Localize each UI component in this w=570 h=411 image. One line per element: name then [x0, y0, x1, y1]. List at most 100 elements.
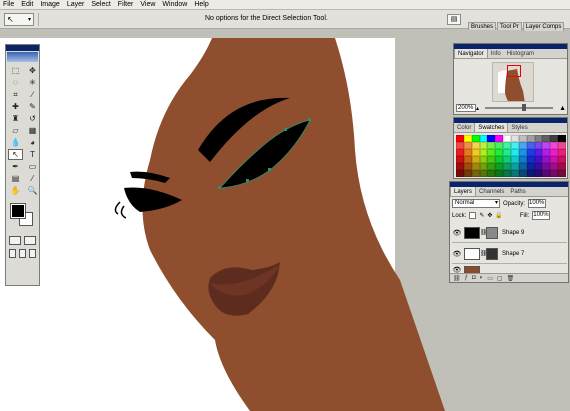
clone-stamp-tool-icon[interactable]: ♜ [8, 113, 23, 124]
zoom-slider[interactable] [485, 104, 554, 111]
swatch-cell[interactable] [479, 142, 488, 149]
menu-image[interactable]: Image [40, 0, 59, 10]
tab-info[interactable]: Info [488, 49, 504, 58]
swatch-cell[interactable] [511, 149, 519, 156]
swatch-cell[interactable] [503, 135, 511, 142]
lock-transparency-checkbox[interactable] [469, 212, 477, 219]
swatch-cell[interactable] [558, 135, 566, 142]
swatch-cell[interactable] [479, 163, 488, 170]
swatch-cell[interactable] [503, 142, 511, 149]
tab-navigator[interactable]: Navigator [454, 49, 488, 58]
swatch-cell[interactable] [471, 135, 480, 142]
swatch-cell[interactable] [518, 163, 527, 170]
swatch-cell[interactable] [495, 149, 504, 156]
menu-window[interactable]: Window [162, 0, 187, 10]
eye-icon[interactable]: 👁 [452, 250, 462, 258]
trash-icon[interactable]: 🗑 [507, 275, 515, 282]
swatch-cell[interactable] [456, 149, 464, 156]
move-tool-icon[interactable]: ✥ [25, 65, 40, 76]
eyedropper-tool-icon[interactable]: ⁄ [25, 173, 40, 184]
magic-wand-tool-icon[interactable]: ✳ [25, 77, 40, 88]
tab-layers[interactable]: Layers [450, 187, 477, 196]
swatch-cell[interactable] [456, 156, 464, 163]
swatch-cell[interactable] [542, 163, 551, 170]
slice-tool-icon[interactable]: ∕ [25, 89, 40, 100]
zoom-out-icon[interactable]: ▴ [476, 105, 479, 112]
swatch-cell[interactable] [550, 142, 559, 149]
swatch-cell[interactable] [511, 170, 519, 177]
swatch-cell[interactable] [542, 142, 551, 149]
new-group-icon[interactable]: ▭ [487, 275, 493, 282]
tool-preset-picker[interactable]: ↖ ▾ [4, 13, 34, 26]
tab-paths[interactable]: Paths [507, 187, 528, 196]
history-brush-tool-icon[interactable]: ↺ [25, 113, 40, 124]
adjustment-layer-icon[interactable]: ◐ [480, 275, 484, 281]
swatch-cell[interactable] [518, 149, 527, 156]
lock-paint-icon[interactable]: ✎ [479, 212, 484, 219]
standard-screen-mode-button[interactable] [9, 249, 16, 258]
swatch-cell[interactable] [550, 149, 559, 156]
swatch-cell[interactable] [463, 149, 472, 156]
tab-swatches[interactable]: Swatches [474, 123, 509, 132]
menu-view[interactable]: View [140, 0, 155, 10]
swatch-cell[interactable] [534, 135, 543, 142]
fill-field[interactable]: 100% [532, 211, 551, 220]
swatch-cell[interactable] [518, 135, 527, 142]
swatch-cell[interactable] [487, 149, 496, 156]
swatch-cell[interactable] [495, 170, 504, 177]
swatch-cell[interactable] [550, 170, 559, 177]
swatch-cell[interactable] [487, 170, 496, 177]
hand-tool-icon[interactable]: ✋ [8, 185, 23, 196]
zoom-level-input[interactable]: 200% [456, 104, 476, 112]
swatch-cell[interactable] [558, 170, 566, 177]
swatch-cell[interactable] [463, 156, 472, 163]
quick-mask-mode-button[interactable] [24, 236, 36, 245]
lock-position-icon[interactable]: ✥ [487, 212, 492, 219]
swatch-cell[interactable] [511, 142, 519, 149]
swatch-cell[interactable] [495, 156, 504, 163]
swatch-cell[interactable] [511, 163, 519, 170]
swatch-cell[interactable] [526, 170, 535, 177]
eye-icon[interactable]: 👁 [452, 229, 462, 237]
swatch-cell[interactable] [503, 163, 511, 170]
menu-layer[interactable]: Layer [67, 0, 85, 10]
swatch-cell[interactable] [471, 170, 480, 177]
palette-well-icon[interactable]: ▤ [447, 14, 461, 25]
swatch-cell[interactable] [495, 142, 504, 149]
swatch-cell[interactable] [487, 163, 496, 170]
menu-file[interactable]: File [3, 0, 14, 10]
swatch-cell[interactable] [526, 142, 535, 149]
swatch-cell[interactable] [534, 142, 543, 149]
opacity-field[interactable]: 100% [528, 199, 547, 208]
swatch-cell[interactable] [558, 156, 566, 163]
tab-color[interactable]: Color [454, 123, 474, 132]
eraser-tool-icon[interactable]: ▱ [8, 125, 23, 136]
swatch-cell[interactable] [479, 156, 488, 163]
lasso-tool-icon[interactable]: ◌ [8, 77, 23, 88]
crop-tool-icon[interactable]: ⌗ [8, 89, 23, 100]
brush-tool-icon[interactable]: ✎ [25, 101, 40, 112]
dodge-tool-icon[interactable]: ◕ [25, 137, 40, 148]
swatch-cell[interactable] [487, 142, 496, 149]
swatch-cell[interactable] [463, 142, 472, 149]
swatch-cell[interactable] [534, 156, 543, 163]
marquee-tool-icon[interactable]: ⬚ [8, 65, 23, 76]
swatch-cell[interactable] [503, 170, 511, 177]
swatch-cell[interactable] [518, 156, 527, 163]
full-screen-mode-button[interactable] [29, 249, 36, 258]
swatch-cell[interactable] [511, 135, 519, 142]
swatch-cell[interactable] [526, 135, 535, 142]
swatch-cell[interactable] [534, 170, 543, 177]
swatch-cell[interactable] [456, 170, 464, 177]
menu-edit[interactable]: Edit [21, 0, 33, 10]
menu-filter[interactable]: Filter [118, 0, 134, 10]
gradient-tool-icon[interactable]: ▦ [25, 125, 40, 136]
swatch-cell[interactable] [550, 156, 559, 163]
zoom-in-icon[interactable]: ▲ [559, 105, 566, 112]
layer-row[interactable]: 👁 ⛓ Shape 7 [452, 244, 567, 264]
navigator-view-box[interactable] [507, 65, 521, 77]
swatch-cell[interactable] [534, 163, 543, 170]
tab-histogram[interactable]: Histogram [504, 49, 537, 58]
type-tool-icon[interactable]: T [25, 149, 40, 160]
swatch-cell[interactable] [511, 156, 519, 163]
